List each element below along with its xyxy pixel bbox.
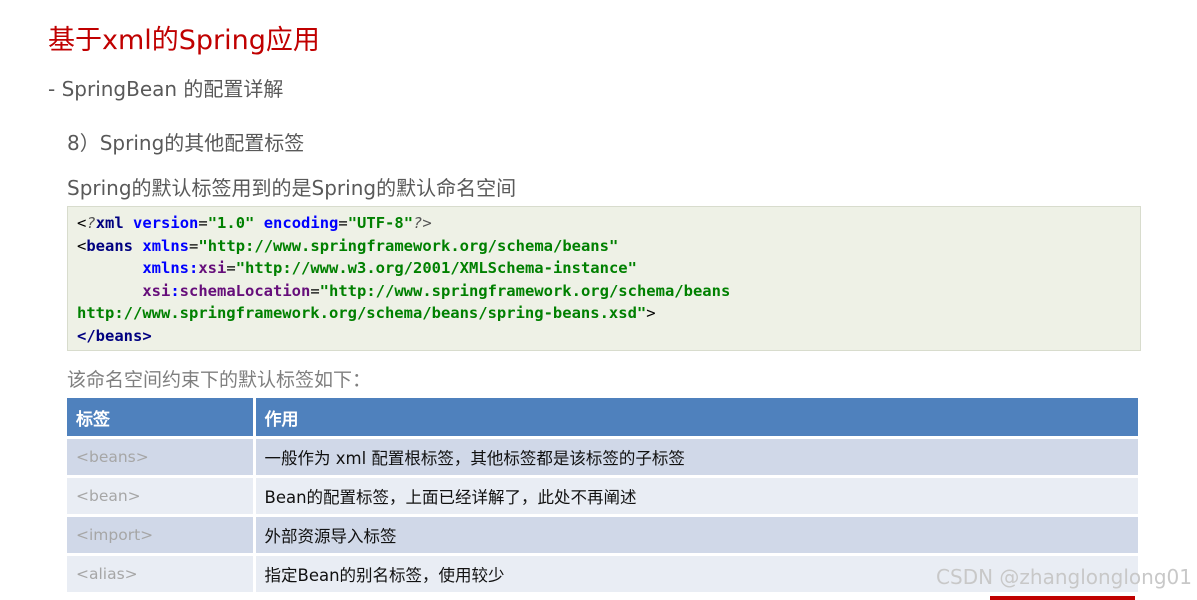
code-token: < xyxy=(77,214,87,232)
code-token: beans xyxy=(86,236,134,255)
code-token: < xyxy=(77,236,87,255)
code-line-3: xmlns:xsi="http://www.w3.org/2001/XMLSch… xyxy=(77,259,637,277)
purpose-cell: 外部资源导入标签 xyxy=(254,515,1141,556)
code-token: = xyxy=(226,259,236,278)
table-header-row: 标签 作用 xyxy=(67,398,1141,439)
tag-cell: <alias> xyxy=(67,554,256,595)
column-header-purpose: 作用 xyxy=(254,398,1141,439)
code-token: xmlns xyxy=(142,236,190,255)
section-subtitle: - SpringBean 的配置详解 xyxy=(48,77,284,101)
tag-cell: <bean> xyxy=(67,476,256,517)
code-token: "UTF-8" xyxy=(347,214,414,232)
code-token: = xyxy=(310,281,320,300)
csdn-watermark: CSDN @zhanglonglong01 xyxy=(936,565,1192,589)
table-row: <import> 外部资源导入标签 xyxy=(67,515,1141,556)
code-token: xml xyxy=(95,214,124,232)
code-line-5: http://www.springframework.org/schema/be… xyxy=(77,304,656,322)
code-token: "http://www.springframework.org/schema/b… xyxy=(319,281,731,300)
code-token: schemaLocation xyxy=(179,281,311,300)
footer-accent-bar xyxy=(990,596,1135,600)
code-token: > xyxy=(646,304,656,323)
code-token: xsi xyxy=(142,281,171,300)
table-row: <bean> Bean的配置标签，上面已经详解了，此处不再阐述 xyxy=(67,476,1141,517)
description-text: Spring的默认标签用到的是Spring的默认命名空间 xyxy=(67,176,517,200)
code-token: : xyxy=(189,259,199,278)
code-token: "http://www.springframework.org/schema/b… xyxy=(198,236,619,255)
code-token: </beans> xyxy=(77,326,152,345)
code-token: "http://www.w3.org/2001/XMLSchema-instan… xyxy=(235,259,637,278)
page-title: 基于xml的Spring应用 xyxy=(48,25,320,56)
code-token: "1.0" xyxy=(207,214,255,232)
purpose-cell: Bean的配置标签，上面已经详解了，此处不再阐述 xyxy=(254,476,1141,517)
tag-cell: <import> xyxy=(67,515,256,556)
code-line-6: </beans> xyxy=(77,327,152,345)
code-token: ? xyxy=(86,214,96,232)
code-token: ?> xyxy=(413,214,432,232)
code-line-2: <beans xmlns="http://www.springframework… xyxy=(77,237,618,255)
code-token: version xyxy=(133,214,199,232)
table-row: <beans> 一般作为 xml 配置根标签，其他标签都是该标签的子标签 xyxy=(67,437,1141,478)
code-token: xsi xyxy=(198,259,227,278)
code-line-4: xsi:schemaLocation="http://www.springfra… xyxy=(77,282,730,300)
column-header-tag: 标签 xyxy=(67,398,256,439)
code-token: : xyxy=(170,281,180,300)
xml-code-block: <?xml version="1.0" encoding="UTF-8"?> <… xyxy=(67,206,1141,351)
code-token: http://www.springframework.org/schema/be… xyxy=(77,304,647,323)
code-token: xmlns xyxy=(142,259,189,278)
section-item-heading: 8）Spring的其他配置标签 xyxy=(67,131,305,155)
code-line-1: <?xml version="1.0" encoding="UTF-8"?> xyxy=(77,214,432,232)
table-caption: 该命名空间约束下的默认标签如下： xyxy=(67,369,372,391)
code-token: = xyxy=(189,236,199,255)
tag-cell: <beans> xyxy=(67,437,256,478)
purpose-cell: 一般作为 xml 配置根标签，其他标签都是该标签的子标签 xyxy=(254,437,1141,478)
code-token: encoding xyxy=(263,214,339,232)
